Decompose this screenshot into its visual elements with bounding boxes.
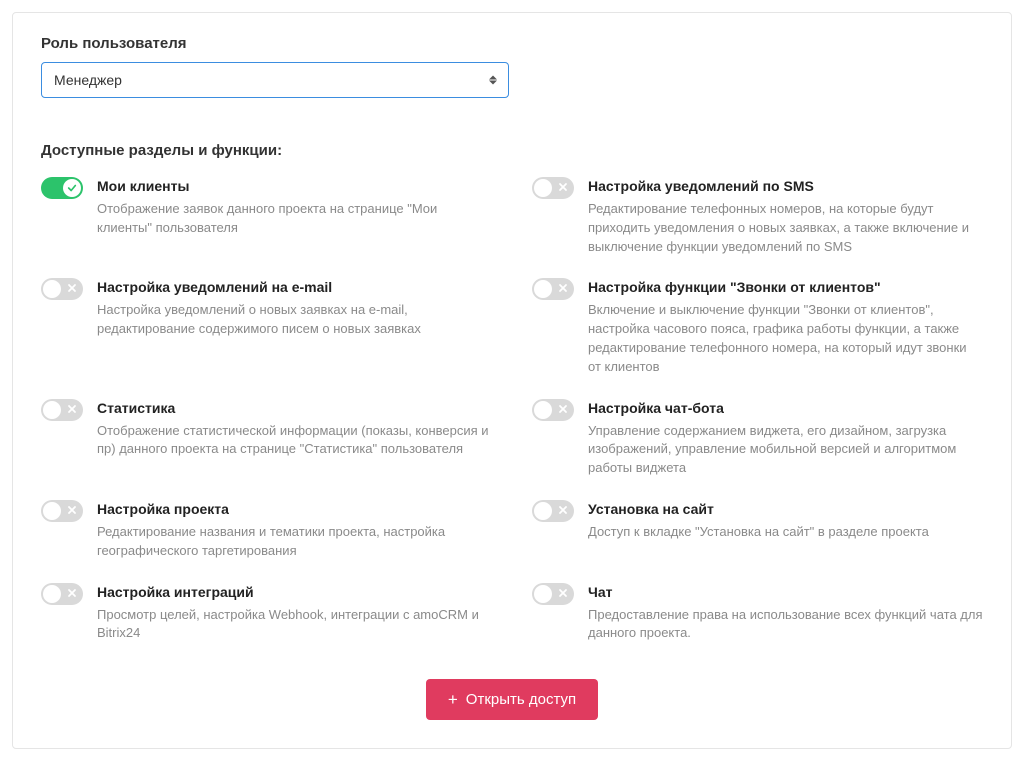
perm-body-integrations: Настройка интеграций Просмотр целей, наст… bbox=[97, 583, 492, 644]
x-icon bbox=[67, 283, 77, 295]
toggle-client-calls[interactable] bbox=[532, 278, 574, 300]
check-icon bbox=[63, 179, 81, 197]
toggle-integrations[interactable] bbox=[41, 583, 83, 605]
x-icon bbox=[558, 505, 568, 517]
toggle-knob bbox=[43, 585, 61, 603]
perm-desc-integrations: Просмотр целей, настройка Webhook, интег… bbox=[97, 606, 492, 644]
toggle-my-clients[interactable] bbox=[41, 177, 83, 199]
perm-body-install: Установка на сайт Доступ к вкладке "Устан… bbox=[588, 500, 983, 542]
x-icon bbox=[558, 404, 568, 416]
perm-row-statistics: Статистика Отображение статистической инф… bbox=[41, 399, 492, 478]
toggle-knob bbox=[534, 179, 552, 197]
role-select[interactable]: Менеджер bbox=[41, 62, 509, 98]
plus-icon: + bbox=[448, 691, 458, 708]
perm-row-integrations: Настройка интеграций Просмотр целей, наст… bbox=[41, 583, 492, 644]
perm-desc-client-calls: Включение и выключение функции "Звонки о… bbox=[588, 301, 983, 376]
permissions-panel: Роль пользователя Менеджер Доступные раз… bbox=[12, 12, 1012, 749]
x-icon bbox=[67, 588, 77, 600]
toggle-sms-notify[interactable] bbox=[532, 177, 574, 199]
toggle-knob bbox=[43, 401, 61, 419]
perm-title-my-clients: Мои клиенты bbox=[97, 177, 492, 196]
toggle-project-settings[interactable] bbox=[41, 500, 83, 522]
open-access-button[interactable]: + Открыть доступ bbox=[426, 679, 598, 720]
toggle-chat[interactable] bbox=[532, 583, 574, 605]
perm-title-chatbot: Настройка чат-бота bbox=[588, 399, 983, 418]
x-icon bbox=[558, 588, 568, 600]
role-select-wrap: Менеджер bbox=[41, 62, 509, 98]
section-title: Доступные разделы и функции: bbox=[41, 142, 983, 159]
toggle-email-notify[interactable] bbox=[41, 278, 83, 300]
perm-body-email-notify: Настройка уведомлений на e-mail Настройка… bbox=[97, 278, 492, 339]
perm-desc-project-settings: Редактирование названия и тематики проек… bbox=[97, 523, 492, 561]
perm-row-email-notify: Настройка уведомлений на e-mail Настройка… bbox=[41, 278, 492, 376]
perm-desc-install: Доступ к вкладке "Установка на сайт" в р… bbox=[588, 523, 983, 542]
toggle-knob bbox=[43, 502, 61, 520]
perm-row-sms-notify: Настройка уведомлений по SMS Редактирован… bbox=[532, 177, 983, 256]
toggle-install[interactable] bbox=[532, 500, 574, 522]
toggle-statistics[interactable] bbox=[41, 399, 83, 421]
perm-title-client-calls: Настройка функции "Звонки от клиентов" bbox=[588, 278, 983, 297]
perm-desc-chatbot: Управление содержанием виджета, его диза… bbox=[588, 422, 983, 479]
toggle-knob bbox=[534, 585, 552, 603]
perm-desc-statistics: Отображение статистической информации (п… bbox=[97, 422, 492, 460]
x-icon bbox=[67, 404, 77, 416]
perm-body-chatbot: Настройка чат-бота Управление содержанием… bbox=[588, 399, 983, 478]
perm-title-project-settings: Настройка проекта bbox=[97, 500, 492, 519]
perm-row-chatbot: Настройка чат-бота Управление содержанием… bbox=[532, 399, 983, 478]
perm-title-email-notify: Настройка уведомлений на e-mail bbox=[97, 278, 492, 297]
perm-desc-email-notify: Настройка уведомлений о новых заявках на… bbox=[97, 301, 492, 339]
perm-title-integrations: Настройка интеграций bbox=[97, 583, 492, 602]
role-label: Роль пользователя bbox=[41, 35, 983, 52]
x-icon bbox=[558, 182, 568, 194]
perm-title-sms-notify: Настройка уведомлений по SMS bbox=[588, 177, 983, 196]
toggle-chatbot[interactable] bbox=[532, 399, 574, 421]
perm-row-project-settings: Настройка проекта Редактирование названия… bbox=[41, 500, 492, 561]
perm-body-statistics: Статистика Отображение статистической инф… bbox=[97, 399, 492, 460]
permissions-grid: Мои клиенты Отображение заявок данного пр… bbox=[41, 177, 983, 643]
toggle-knob bbox=[534, 280, 552, 298]
submit-row: + Открыть доступ bbox=[41, 679, 983, 720]
perm-body-client-calls: Настройка функции "Звонки от клиентов" Вк… bbox=[588, 278, 983, 376]
perm-row-chat: Чат Предоставление права на использование… bbox=[532, 583, 983, 644]
perm-body-my-clients: Мои клиенты Отображение заявок данного пр… bbox=[97, 177, 492, 238]
x-icon bbox=[558, 283, 568, 295]
open-access-label: Открыть доступ bbox=[466, 691, 576, 708]
perm-body-sms-notify: Настройка уведомлений по SMS Редактирован… bbox=[588, 177, 983, 256]
perm-title-install: Установка на сайт bbox=[588, 500, 983, 519]
perm-title-chat: Чат bbox=[588, 583, 983, 602]
toggle-knob bbox=[534, 401, 552, 419]
perm-row-install: Установка на сайт Доступ к вкладке "Устан… bbox=[532, 500, 983, 561]
x-icon bbox=[67, 505, 77, 517]
perm-body-chat: Чат Предоставление права на использование… bbox=[588, 583, 983, 644]
perm-desc-my-clients: Отображение заявок данного проекта на ст… bbox=[97, 200, 492, 238]
perm-desc-chat: Предоставление права на использование вс… bbox=[588, 606, 983, 644]
perm-row-my-clients: Мои клиенты Отображение заявок данного пр… bbox=[41, 177, 492, 256]
toggle-knob bbox=[534, 502, 552, 520]
perm-body-project-settings: Настройка проекта Редактирование названия… bbox=[97, 500, 492, 561]
perm-row-client-calls: Настройка функции "Звонки от клиентов" Вк… bbox=[532, 278, 983, 376]
toggle-knob bbox=[43, 280, 61, 298]
perm-title-statistics: Статистика bbox=[97, 399, 492, 418]
perm-desc-sms-notify: Редактирование телефонных номеров, на ко… bbox=[588, 200, 983, 257]
